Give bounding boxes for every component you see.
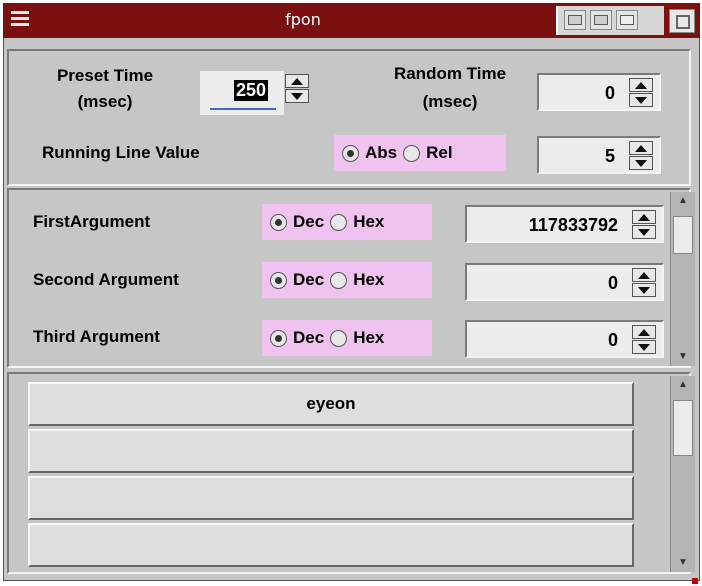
window-title: fpon <box>285 10 321 29</box>
radio-hex-label: Hex <box>353 212 385 231</box>
argument-label: Second Argument <box>33 270 179 289</box>
radio-dec[interactable] <box>270 329 287 347</box>
argument-value-field[interactable]: 117833792 <box>465 205 664 243</box>
spin-down-icon[interactable] <box>629 156 653 170</box>
radio-hex[interactable] <box>330 271 348 289</box>
radio-dec-label: Dec <box>293 212 325 231</box>
buttons-scrollbar[interactable]: ▲ ▼ <box>670 376 695 572</box>
close-icon[interactable] <box>669 9 695 33</box>
argument-value-field[interactable]: 0 <box>465 263 664 301</box>
spin-down-icon[interactable] <box>632 225 656 239</box>
preset-time-unit: (msec) <box>77 92 133 111</box>
window-controls <box>556 6 664 35</box>
preset-time-spinner[interactable] <box>285 74 311 104</box>
running-line-spinner[interactable] <box>629 141 655 171</box>
argument-format-radio-group: Dec Hex <box>262 262 432 298</box>
scroll-up-icon[interactable]: ▲ <box>673 192 693 210</box>
spin-up-icon[interactable] <box>629 141 653 155</box>
radio-hex[interactable] <box>330 329 348 347</box>
radio-hex[interactable] <box>330 213 348 231</box>
spin-up-icon[interactable] <box>632 210 656 224</box>
spin-up-icon[interactable] <box>629 78 653 92</box>
argument-spinner[interactable] <box>632 268 658 298</box>
argument-value: 0 <box>607 330 618 350</box>
preset-time-input[interactable]: 250 <box>200 71 284 115</box>
empty-button-4[interactable] <box>28 523 634 567</box>
random-time-unit: (msec) <box>422 92 478 111</box>
radio-dec-label: Dec <box>293 328 325 347</box>
running-line-field[interactable]: 5 <box>537 136 661 174</box>
spin-up-icon[interactable] <box>632 268 656 282</box>
radio-rel-label: Rel <box>426 143 453 162</box>
preset-time-label: Preset Time <box>56 66 154 85</box>
eyeon-button[interactable]: eyeon <box>28 382 634 426</box>
spin-down-icon[interactable] <box>632 340 656 354</box>
radio-dec[interactable] <box>270 213 287 231</box>
scroll-down-icon[interactable]: ▼ <box>673 554 693 572</box>
radio-dec[interactable] <box>270 271 287 289</box>
argument-spinner[interactable] <box>632 325 658 355</box>
argument-label: Third Argument <box>33 327 160 346</box>
minimize-down-icon[interactable] <box>590 10 612 30</box>
scroll-thumb[interactable] <box>673 216 693 254</box>
arguments-scrollbar[interactable]: ▲ ▼ <box>670 192 695 366</box>
spin-down-icon[interactable] <box>629 93 653 107</box>
random-time-field[interactable]: 0 <box>537 73 661 111</box>
argument-format-radio-group: Dec Hex <box>262 204 432 240</box>
random-time-spinner[interactable] <box>629 78 655 108</box>
spin-up-icon[interactable] <box>285 74 309 88</box>
random-time-label: Random Time <box>393 64 507 83</box>
scroll-thumb[interactable] <box>673 400 693 456</box>
argument-value: 0 <box>607 273 618 293</box>
scroll-up-icon[interactable]: ▲ <box>673 376 693 394</box>
argument-format-radio-group: Dec Hex <box>262 320 432 356</box>
spin-up-icon[interactable] <box>632 325 656 339</box>
radio-hex-label: Hex <box>353 328 385 347</box>
running-line-value: 5 <box>604 146 615 166</box>
running-mode-radio-group: Abs Rel <box>334 135 506 171</box>
running-line-label: Running Line Value <box>42 143 200 162</box>
argument-label: FirstArgument <box>33 212 151 231</box>
radio-abs[interactable] <box>342 144 359 162</box>
spin-down-icon[interactable] <box>632 283 656 297</box>
radio-hex-label: Hex <box>353 270 385 289</box>
preset-time-value: 250 <box>234 80 269 101</box>
argument-spinner[interactable] <box>632 210 658 240</box>
resize-corner-marker <box>692 578 698 584</box>
maximize-icon[interactable] <box>616 10 638 30</box>
scroll-down-icon[interactable]: ▼ <box>673 348 693 366</box>
argument-value: 117833792 <box>528 215 618 235</box>
minimize-up-icon[interactable] <box>564 10 586 30</box>
radio-dec-label: Dec <box>293 270 325 289</box>
input-caret <box>210 108 276 110</box>
empty-button-3[interactable] <box>28 476 634 520</box>
argument-value-field[interactable]: 0 <box>465 320 664 358</box>
title-bar[interactable]: fpon <box>3 3 700 38</box>
empty-button-2[interactable] <box>28 429 634 473</box>
random-time-value: 0 <box>604 83 615 103</box>
radio-abs-label: Abs <box>365 143 398 162</box>
radio-rel[interactable] <box>403 144 421 162</box>
spin-down-icon[interactable] <box>285 89 309 103</box>
window-menu-icon[interactable] <box>8 8 32 32</box>
